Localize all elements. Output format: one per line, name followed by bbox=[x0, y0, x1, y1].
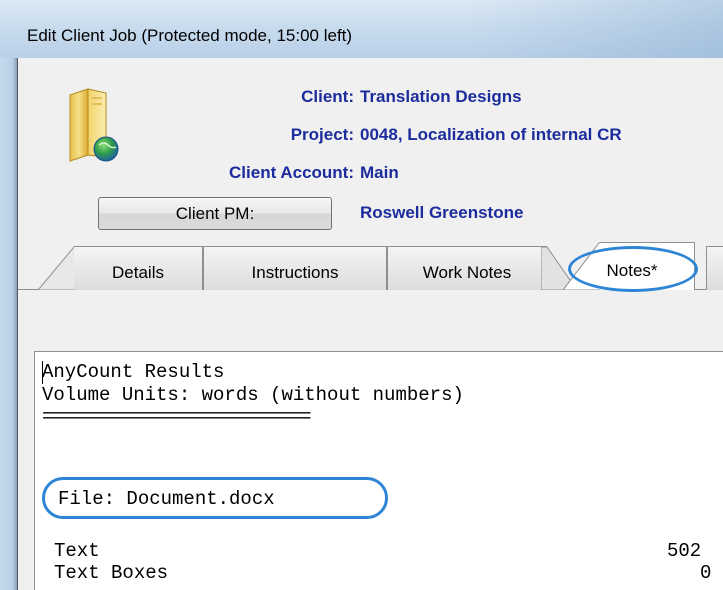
titlebar-glow bbox=[470, 0, 723, 58]
window-frame-left bbox=[0, 58, 18, 590]
tab-next-partial[interactable] bbox=[706, 246, 723, 290]
tab-details[interactable]: Details bbox=[74, 246, 203, 290]
project-label: Project: bbox=[290, 125, 354, 144]
file-line-highlight bbox=[42, 477, 388, 519]
client-pm-value: Roswell Greenstone bbox=[360, 203, 524, 222]
tab-work-notes-label: Work Notes bbox=[422, 262, 512, 282]
result-value-text-boxes: 0 bbox=[700, 562, 712, 584]
tab-details-label: Details bbox=[112, 262, 164, 282]
folder-globe-icon bbox=[69, 88, 119, 162]
notes-line-results: AnyCount Results bbox=[42, 361, 225, 383]
client-value: Translation Designs bbox=[360, 87, 522, 106]
window-title: Edit Client Job (Protected mode, 15:00 l… bbox=[27, 26, 353, 45]
client-account-label: Client Account: bbox=[229, 163, 354, 182]
client-label: Client: bbox=[301, 87, 354, 106]
tab-instructions[interactable]: Instructions bbox=[203, 246, 387, 290]
result-label-text-boxes: Text Boxes bbox=[54, 562, 169, 584]
tab-instructions-label: Instructions bbox=[251, 262, 339, 282]
notes-line-volume-units: Volume Units: words (without numbers) bbox=[42, 384, 464, 406]
notes-separator: ============================== bbox=[42, 406, 312, 428]
notes-tab-highlight bbox=[568, 246, 698, 292]
result-label-text: Text bbox=[54, 540, 100, 562]
project-value: 0048, Localization of internal CR bbox=[360, 125, 622, 144]
tab-work-notes[interactable]: Work Notes bbox=[387, 246, 547, 290]
tab-slant-left bbox=[38, 246, 78, 290]
client-pm-button[interactable]: Client PM: bbox=[98, 197, 332, 230]
client-account-value: Main bbox=[360, 163, 399, 182]
result-value-text: 502 bbox=[667, 540, 702, 562]
window-titlebar[interactable]: Edit Client Job (Protected mode, 15:00 l… bbox=[0, 0, 723, 58]
